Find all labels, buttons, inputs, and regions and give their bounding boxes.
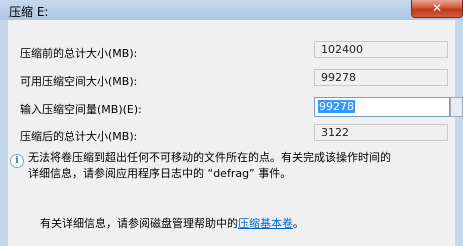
close-icon: ✕ [431,1,443,15]
dialog-body: 压缩前的总计大小(MB): 102400 可用压缩空间大小(MB): 99278… [8,20,463,246]
help-text-prefix: 有关详细信息，请参阅磁盘管理帮助中的 [40,217,238,230]
info-line-2: 详细信息，请参阅应用程序日志中的 “defrag” 事件。 [28,167,292,180]
help-text-suffix: 。 [293,217,304,230]
title-bar[interactable]: 压缩 E: ✕ [0,0,463,21]
total-before-value: 102400 [314,41,448,58]
window-title: 压缩 E: [9,5,49,19]
info-message: 无法将卷压缩到超出任何不可移动的文件所在的点。有关完成该操作时间的 详细信息，请… [28,150,448,182]
close-button[interactable]: ✕ [411,0,463,18]
help-text: 有关详细信息，请参阅磁盘管理帮助中的压缩基本卷。 [40,215,304,231]
info-icon: i [10,154,24,168]
available-value: 99278 [314,69,448,86]
shrink-amount-stepper[interactable] [450,97,463,117]
info-line-1: 无法将卷压缩到超出任何不可移动的文件所在的点。有关完成该操作时间的 [28,151,391,164]
total-after-label: 压缩后的总计大小(MB): [20,130,138,143]
window-frame-right [455,20,463,246]
shrink-amount-value[interactable]: 99278 [318,100,355,113]
total-after-value: 3122 [314,124,448,141]
shrink-amount-label: 输入压缩空间量(MB)(E): [20,103,142,116]
help-link[interactable]: 压缩基本卷 [238,217,293,230]
window-frame-left [0,20,8,246]
total-before-label: 压缩前的总计大小(MB): [20,47,138,60]
shrink-amount-input[interactable]: 99278 [314,97,450,117]
available-label: 可用压缩空间大小(MB): [20,75,138,88]
